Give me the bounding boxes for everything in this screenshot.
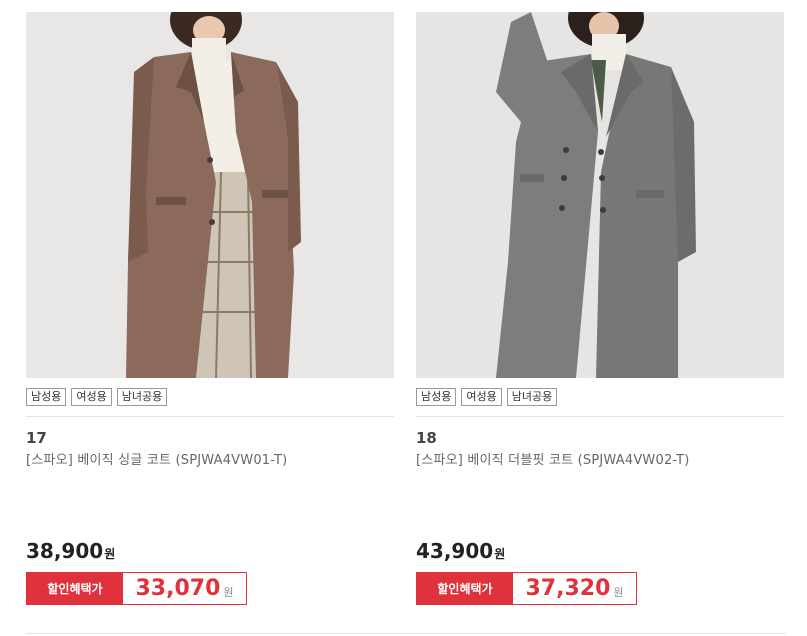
gender-tags: 남성용 여성용 남녀공용 [416,388,784,408]
product-name[interactable]: [스파오] 베이직 싱글 코트 (SPJWA4VW01-T) [26,449,394,468]
tag-male[interactable]: 남성용 [26,388,67,406]
tag-unisex[interactable]: 남녀공용 [116,388,168,406]
original-price-value: 43,900 [416,539,494,563]
divider [416,416,784,417]
divider [26,416,394,417]
coat-photo-illustration [26,12,394,378]
product-card[interactable]: 남성용 여성용 남녀공용 17 [스파오] 베이직 싱글 코트 (SPJWA4V… [26,12,394,605]
bottom-divider [26,633,786,634]
sale-label: 할인혜택가 [417,573,513,604]
sale-price-unit: 원 [223,585,234,599]
sale-price-box: 할인혜택가 33,070 원 [26,572,247,605]
original-price-value: 38,900 [26,539,104,563]
original-price-unit: 원 [104,547,116,561]
original-price: 38,900원 [26,539,115,563]
sale-price-value: 37,320 [525,576,611,601]
tag-unisex[interactable]: 남녀공용 [506,388,558,406]
sale-price-unit: 원 [613,585,624,599]
coat-photo-illustration [416,12,784,378]
tag-female[interactable]: 여성용 [461,388,502,406]
sale-price-value: 33,070 [135,576,221,601]
tag-male[interactable]: 남성용 [416,388,457,406]
gender-tags: 남성용 여성용 남녀공용 [26,388,394,408]
original-price-unit: 원 [494,547,506,561]
product-card[interactable]: 남성용 여성용 남녀공용 18 [스파오] 베이직 더블핏 코트 (SPJWA4… [416,12,784,605]
sale-price: 33,070 원 [123,573,246,604]
tag-female[interactable]: 여성용 [71,388,112,406]
sale-price: 37,320 원 [513,573,636,604]
product-number: 18 [416,429,437,447]
sale-price-box: 할인혜택가 37,320 원 [416,572,637,605]
original-price: 43,900원 [416,539,505,563]
product-image[interactable] [26,12,394,378]
product-name[interactable]: [스파오] 베이직 더블핏 코트 (SPJWA4VW02-T) [416,449,784,468]
sale-label: 할인혜택가 [27,573,123,604]
product-number: 17 [26,429,47,447]
product-image[interactable] [416,12,784,378]
